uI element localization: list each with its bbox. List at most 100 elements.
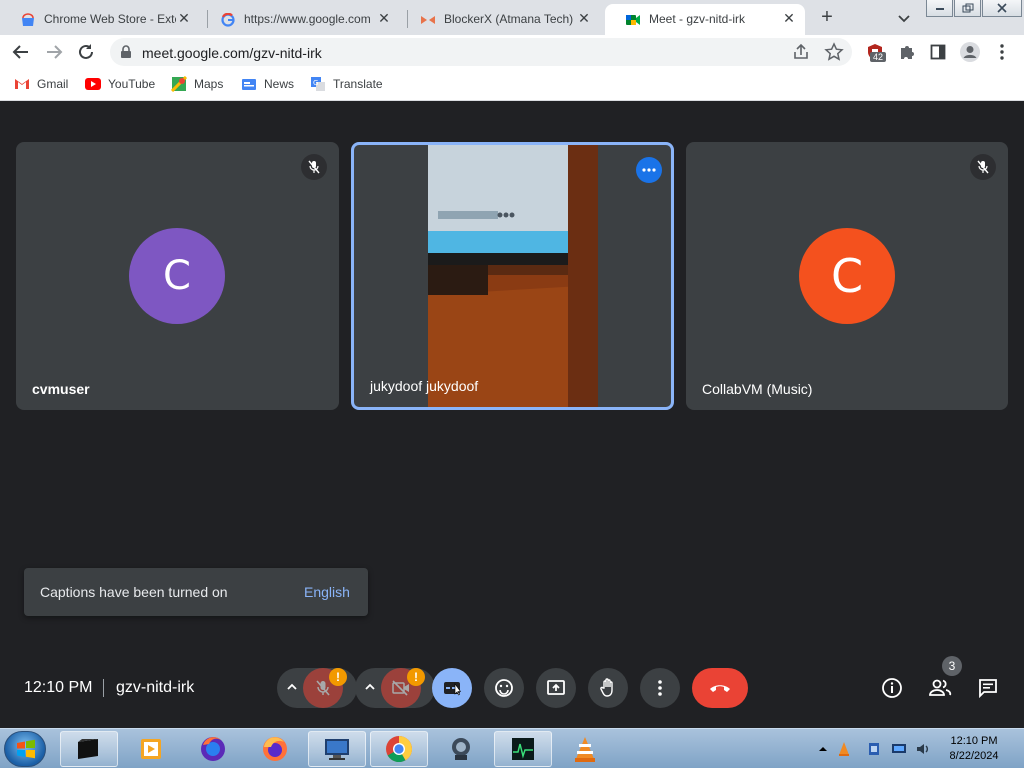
emoji-reaction-button[interactable] xyxy=(484,668,524,708)
participant-name: cvmuser xyxy=(32,381,90,397)
svg-text:G: G xyxy=(313,79,318,87)
tray-network-icon[interactable] xyxy=(891,741,907,757)
chrome-menu-icon[interactable] xyxy=(990,40,1014,64)
more-options-icon[interactable] xyxy=(636,157,662,183)
present-screen-button[interactable] xyxy=(536,668,576,708)
gmail-icon xyxy=(14,76,30,92)
participant-tile-jukydoof[interactable]: jukydoof jukydoof xyxy=(351,142,674,410)
more-options-button[interactable] xyxy=(640,668,680,708)
bookmark-label: News xyxy=(264,77,295,91)
tab-blockerx[interactable]: BlockerX (Atmana Tech) ✕ xyxy=(400,4,600,35)
bookmark-label: YouTube xyxy=(108,77,156,91)
tab-label: https://www.google.com xyxy=(244,12,371,26)
forward-button[interactable] xyxy=(42,40,66,64)
mic-warning-icon: ! xyxy=(329,668,347,686)
meet-icon xyxy=(625,12,641,28)
share-icon[interactable] xyxy=(792,43,810,66)
google-icon xyxy=(220,12,236,28)
tab-label: BlockerX (Atmana Tech) xyxy=(444,12,574,26)
back-button[interactable] xyxy=(9,40,33,64)
reload-button[interactable] xyxy=(74,40,98,64)
participant-tile-collabvm[interactable]: C CollabVM (Music) xyxy=(686,142,1008,410)
close-window-button[interactable] xyxy=(982,0,1022,17)
captions-button[interactable] xyxy=(432,668,472,708)
taskbar-network-app[interactable] xyxy=(432,731,490,767)
bookmark-news[interactable]: News xyxy=(241,76,294,92)
caption-language-button[interactable]: English xyxy=(304,584,350,600)
side-panel-icon[interactable] xyxy=(926,40,950,64)
tab-close-icon[interactable]: ✕ xyxy=(176,10,192,26)
tab-strip: Chrome Web Store - Exte ✕ https://www.go… xyxy=(0,0,1024,35)
address-bar[interactable]: meet.google.com/gzv-nitd-irk xyxy=(110,38,852,66)
bookmarks-bar: Gmail YouTube Maps News G Translate xyxy=(0,69,1024,101)
meeting-code: gzv-nitd-irk xyxy=(116,679,195,696)
raise-hand-button[interactable] xyxy=(588,668,628,708)
bookmark-label: Maps xyxy=(194,77,224,91)
tray-vlc-icon[interactable] xyxy=(836,741,852,757)
taskbar-task-manager-app[interactable] xyxy=(494,731,552,767)
people-icon[interactable] xyxy=(928,676,952,700)
tray-volume-icon[interactable] xyxy=(915,741,931,757)
meeting-details-icon[interactable] xyxy=(880,676,904,700)
tray-security-icon[interactable] xyxy=(866,741,882,757)
participant-name: CollabVM (Music) xyxy=(702,381,813,397)
show-hidden-icons[interactable] xyxy=(815,741,831,757)
mic-muted-icon xyxy=(301,154,327,180)
participant-count-badge: 3 xyxy=(942,656,962,676)
taskbar: 12:10 PM 8/22/2024 xyxy=(0,728,1024,768)
participant-name: jukydoof jukydoof xyxy=(370,378,479,394)
leave-call-button[interactable] xyxy=(692,668,748,708)
youtube-icon xyxy=(85,76,101,92)
profile-avatar-icon[interactable] xyxy=(958,40,982,64)
taskbar-vlc-app[interactable] xyxy=(556,731,614,767)
minimize-button[interactable] xyxy=(926,0,953,17)
avatar: C xyxy=(799,228,895,324)
taskbar-remote-desktop-app[interactable] xyxy=(308,731,366,767)
start-button[interactable] xyxy=(4,731,46,767)
tab-chrome-web-store[interactable]: Chrome Web Store - Exte ✕ xyxy=(0,4,200,35)
tab-close-icon[interactable]: ✕ xyxy=(576,10,592,26)
url-text: meet.google.com/gzv-nitd-irk xyxy=(142,45,322,61)
maps-icon xyxy=(171,76,187,92)
news-icon xyxy=(241,76,257,92)
tab-meet[interactable]: Meet - gzv-nitd-irk ✕ xyxy=(605,4,805,35)
restore-button[interactable] xyxy=(954,0,981,17)
bookmark-gmail[interactable]: Gmail xyxy=(14,76,68,92)
extension-badge: 42 xyxy=(870,52,887,62)
window-controls xyxy=(926,0,1024,18)
participant-video xyxy=(428,145,598,407)
taskbar-media-player-app[interactable] xyxy=(122,731,180,767)
bookmark-label: Gmail xyxy=(37,77,69,91)
participant-tile-cvmuser[interactable]: C cvmuser xyxy=(16,142,339,410)
avatar: C xyxy=(129,228,225,324)
bookmark-label: Translate xyxy=(333,77,383,91)
extensions-puzzle-icon[interactable] xyxy=(895,40,919,64)
chevron-up-icon[interactable] xyxy=(363,680,377,699)
bookmark-translate[interactable]: G Translate xyxy=(310,76,383,92)
system-clock[interactable]: 12:10 PM 8/22/2024 xyxy=(940,734,1008,764)
bookmark-star-icon[interactable] xyxy=(824,42,844,67)
blockerx-icon xyxy=(420,12,436,28)
tab-label: Chrome Web Store - Exte xyxy=(44,12,176,26)
tab-close-icon[interactable]: ✕ xyxy=(781,10,797,26)
lock-icon[interactable] xyxy=(120,45,132,64)
translate-icon: G xyxy=(310,76,326,92)
new-tab-button[interactable]: + xyxy=(815,6,839,30)
webstore-icon xyxy=(20,12,36,28)
taskbar-firefox-app[interactable] xyxy=(246,731,304,767)
clock-time: 12:10 PM xyxy=(950,735,998,747)
clock-date: 8/22/2024 xyxy=(949,750,999,762)
tab-google[interactable]: https://www.google.com ✕ xyxy=(200,4,400,35)
taskbar-firefox-alt-app[interactable] xyxy=(184,731,242,767)
tab-search-icon[interactable] xyxy=(894,8,914,28)
taskbar-chrome-app[interactable] xyxy=(370,731,428,767)
toast-message: Captions have been turned on xyxy=(40,584,228,600)
bookmark-youtube[interactable]: YouTube xyxy=(85,76,155,92)
chevron-up-icon[interactable] xyxy=(285,680,299,699)
camera-warning-icon: ! xyxy=(407,668,425,686)
taskbar-terminal-app[interactable] xyxy=(60,731,118,767)
chat-icon[interactable] xyxy=(976,676,1000,700)
tab-close-icon[interactable]: ✕ xyxy=(376,10,392,26)
bookmark-maps[interactable]: Maps xyxy=(171,76,223,92)
divider xyxy=(103,679,104,697)
